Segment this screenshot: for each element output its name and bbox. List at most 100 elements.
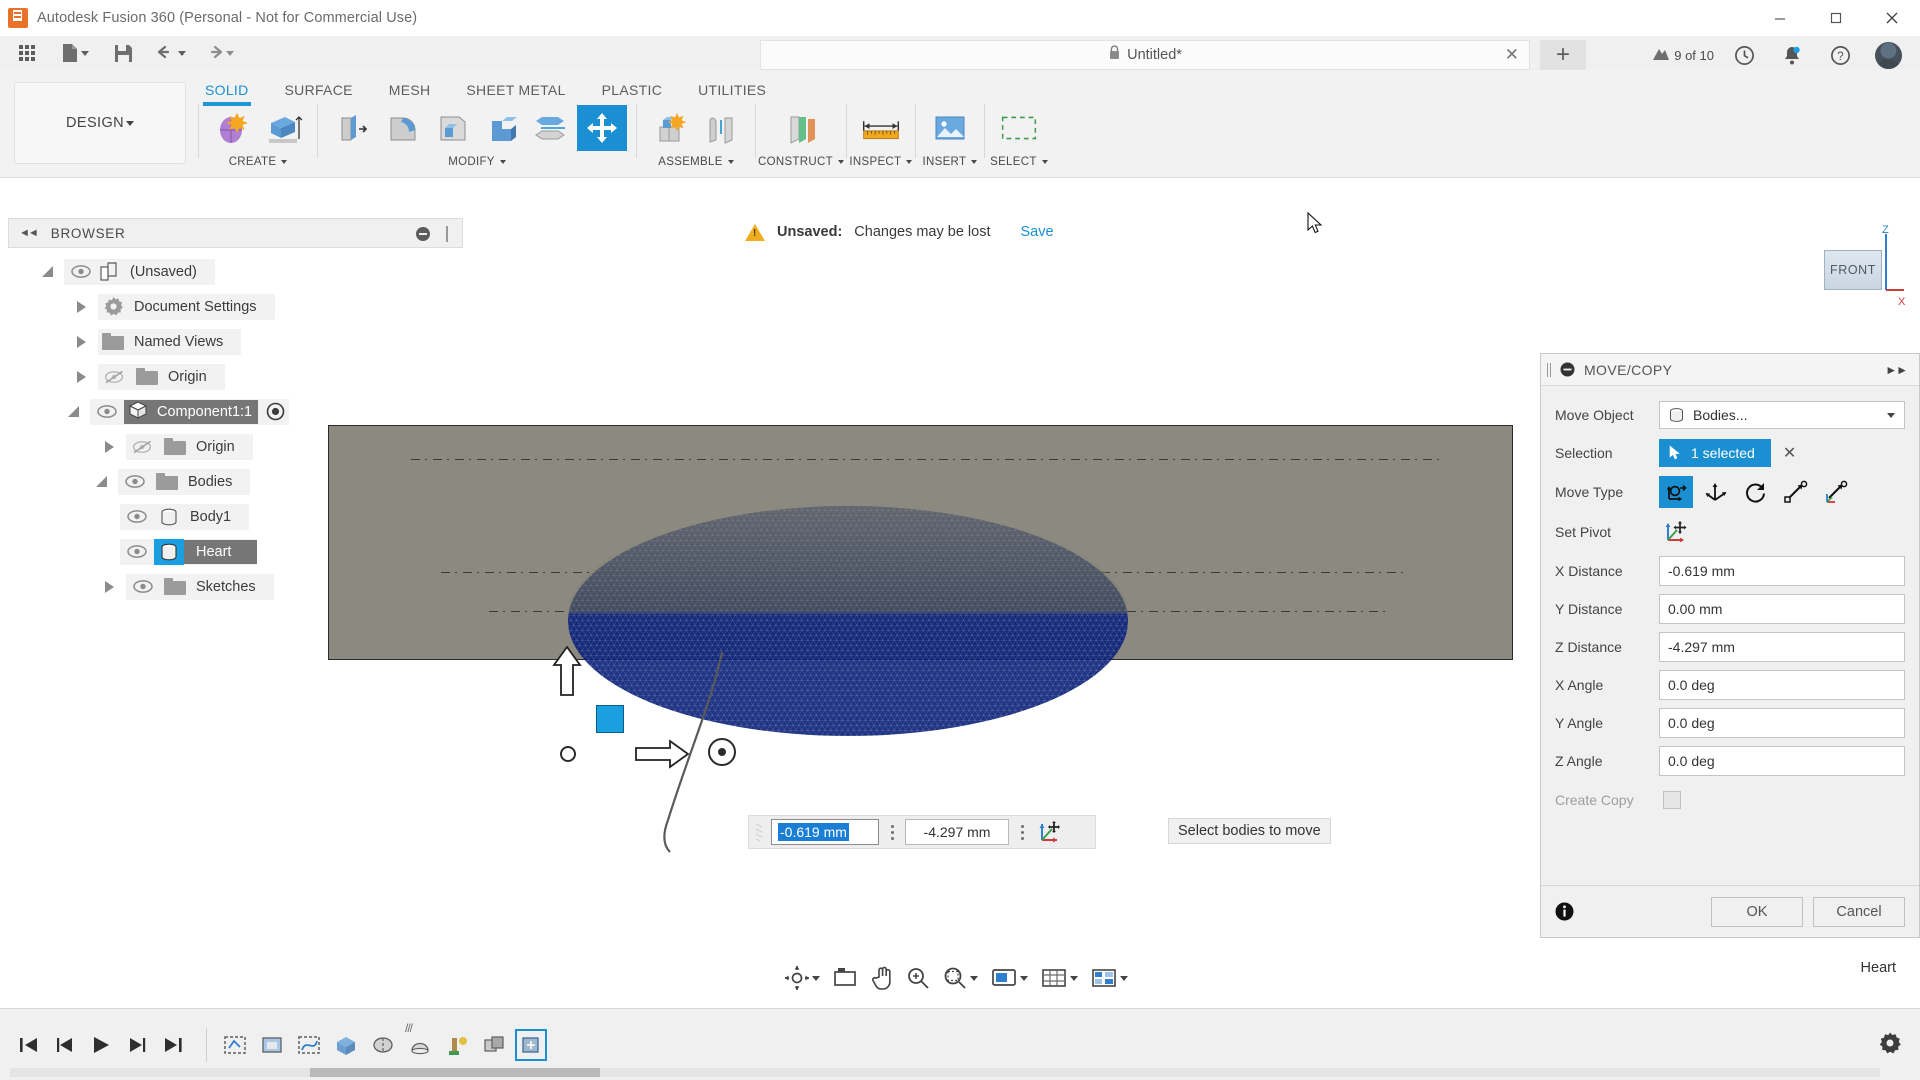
create-copy-checkbox[interactable] xyxy=(1663,791,1681,809)
visibility-eye-hidden-icon[interactable] xyxy=(126,440,160,454)
undo-icon[interactable] xyxy=(154,38,188,68)
translate-icon[interactable] xyxy=(1699,476,1733,508)
clear-selection-icon[interactable]: ✕ xyxy=(1783,443,1796,463)
expander-right-icon[interactable] xyxy=(92,441,126,453)
expander-down-icon[interactable] xyxy=(30,266,64,277)
save-link-button[interactable]: Save xyxy=(1021,224,1054,240)
view-cube[interactable]: FRONT Z X xyxy=(1790,222,1910,322)
chevron-down-icon[interactable] xyxy=(1887,413,1895,418)
collapse-left-icon[interactable]: ◄◄ xyxy=(19,227,37,239)
revolve-icon[interactable] xyxy=(369,1031,397,1059)
tab-mesh[interactable]: MESH xyxy=(389,80,431,106)
redo-icon[interactable] xyxy=(202,38,236,68)
visibility-eye-icon[interactable] xyxy=(90,405,124,418)
y-distance-input[interactable]: 0.00 mm xyxy=(1659,594,1905,624)
pan-icon[interactable] xyxy=(866,962,898,994)
collapse-icon[interactable] xyxy=(1560,362,1575,377)
tab-solid[interactable]: SOLID xyxy=(205,80,249,106)
x-distance-input[interactable]: -0.619 mm xyxy=(1659,556,1905,586)
insert-mcmaster-icon[interactable] xyxy=(925,105,975,151)
zoom-window-icon[interactable] xyxy=(938,962,982,994)
move-arrow-up-handle[interactable] xyxy=(552,645,578,691)
skip-start-icon[interactable] xyxy=(18,1035,40,1055)
app-grid-icon[interactable] xyxy=(10,38,44,68)
tree-row-unsaved[interactable]: (Unsaved) xyxy=(8,254,463,289)
tab-utilities[interactable]: UTILITIES xyxy=(698,80,766,106)
jobs-status[interactable]: 9 of 10 xyxy=(1651,46,1720,64)
onscreen-x-distance-input[interactable]: -0.619 mm xyxy=(771,819,879,845)
visibility-eye-icon[interactable] xyxy=(120,545,154,558)
dialog-grip[interactable] xyxy=(1547,363,1551,377)
maximize-button[interactable] xyxy=(1808,0,1864,36)
move-rotate-handle[interactable] xyxy=(560,746,576,762)
tab-sheet-metal[interactable]: SHEET METAL xyxy=(466,80,565,106)
set-pivot-icon[interactable] xyxy=(1659,517,1693,547)
chevron-down-icon[interactable] xyxy=(838,160,844,164)
visibility-eye-icon[interactable] xyxy=(120,510,154,523)
timeline-scrollbar-track[interactable] xyxy=(10,1068,1880,1077)
move-copy-icon[interactable] xyxy=(577,105,627,151)
visibility-eye-icon[interactable] xyxy=(118,475,152,488)
chevron-down-icon[interactable] xyxy=(1042,160,1048,164)
chevron-down-icon[interactable] xyxy=(971,160,977,164)
workspace-switcher[interactable]: DESIGN xyxy=(14,82,186,164)
ok-button[interactable]: OK xyxy=(1711,897,1803,927)
help-icon[interactable]: ? xyxy=(1816,38,1864,72)
split-body-icon[interactable] xyxy=(527,105,577,151)
document-tab[interactable]: Untitled* ✕ xyxy=(760,40,1530,70)
close-button[interactable] xyxy=(1864,0,1920,36)
point-to-position-icon[interactable] xyxy=(1819,476,1853,508)
onscreen-z-distance-input[interactable]: -4.297 mm xyxy=(905,819,1009,845)
skip-end-icon[interactable] xyxy=(162,1035,184,1055)
extrude1-icon[interactable] xyxy=(258,1031,286,1059)
tree-row-origin-document[interactable]: Origin xyxy=(8,359,463,394)
step-forward-icon[interactable] xyxy=(126,1035,148,1055)
tab-surface[interactable]: SURFACE xyxy=(285,80,353,106)
timeline-settings-gear-icon[interactable] xyxy=(1878,1031,1902,1060)
account-avatar[interactable] xyxy=(1864,38,1912,72)
visibility-eye-icon[interactable] xyxy=(64,265,98,278)
z-field-menu-icon[interactable] xyxy=(1015,825,1029,840)
visibility-eye-hidden-icon[interactable] xyxy=(98,370,132,384)
save-icon[interactable] xyxy=(106,38,140,68)
rotate-icon[interactable] xyxy=(1739,476,1773,508)
cancel-button[interactable]: Cancel xyxy=(1813,897,1905,927)
recent-icon[interactable] xyxy=(1720,38,1768,72)
selection-button[interactable]: 1 selected xyxy=(1659,439,1771,467)
sketch1-icon[interactable] xyxy=(221,1031,249,1059)
step-back-icon[interactable] xyxy=(54,1035,76,1055)
info-icon[interactable] xyxy=(1555,902,1574,921)
extrude2-icon[interactable] xyxy=(332,1031,360,1059)
combine-icon[interactable] xyxy=(480,1031,508,1059)
browser-grip[interactable] xyxy=(446,226,448,242)
chevron-down-icon[interactable] xyxy=(281,160,287,164)
joint-icon[interactable] xyxy=(696,105,746,151)
new-component-icon[interactable] xyxy=(646,105,696,151)
zoom-icon[interactable] xyxy=(902,962,934,994)
chevron-down-icon[interactable] xyxy=(728,160,734,164)
tree-row-component1[interactable]: Component1:1 xyxy=(8,394,463,429)
expander-down-icon[interactable] xyxy=(84,476,118,487)
x-angle-input[interactable]: 0.0 deg xyxy=(1659,670,1905,700)
grid-snap-icon[interactable] xyxy=(1036,962,1082,994)
new-tab-button[interactable]: + xyxy=(1540,40,1586,70)
free-move-icon[interactable] xyxy=(1659,476,1693,508)
display-settings-icon[interactable] xyxy=(986,962,1032,994)
appearance-icon[interactable] xyxy=(443,1031,471,1059)
tree-row-document-settings[interactable]: Document Settings xyxy=(8,289,463,324)
point-to-point-icon[interactable] xyxy=(1779,476,1813,508)
press-pull-icon[interactable] xyxy=(327,105,377,151)
move-arrow-right-handle[interactable] xyxy=(634,738,686,768)
z-angle-input[interactable]: 0.0 deg xyxy=(1659,746,1905,776)
measure-icon[interactable] xyxy=(856,105,906,151)
move-plane-handle[interactable] xyxy=(596,705,624,733)
set-pivot-icon[interactable] xyxy=(1037,819,1063,845)
drag-grip-icon[interactable] xyxy=(755,821,765,843)
create-sketch-icon[interactable] xyxy=(208,105,258,151)
browser-minimize-icon[interactable] xyxy=(416,227,430,241)
expander-right-icon[interactable] xyxy=(64,371,98,383)
play-icon[interactable] xyxy=(90,1035,112,1055)
extrude-icon[interactable] xyxy=(258,105,308,151)
expander-right-icon[interactable] xyxy=(64,301,98,313)
timeline-scrollbar-thumb[interactable] xyxy=(310,1068,600,1077)
